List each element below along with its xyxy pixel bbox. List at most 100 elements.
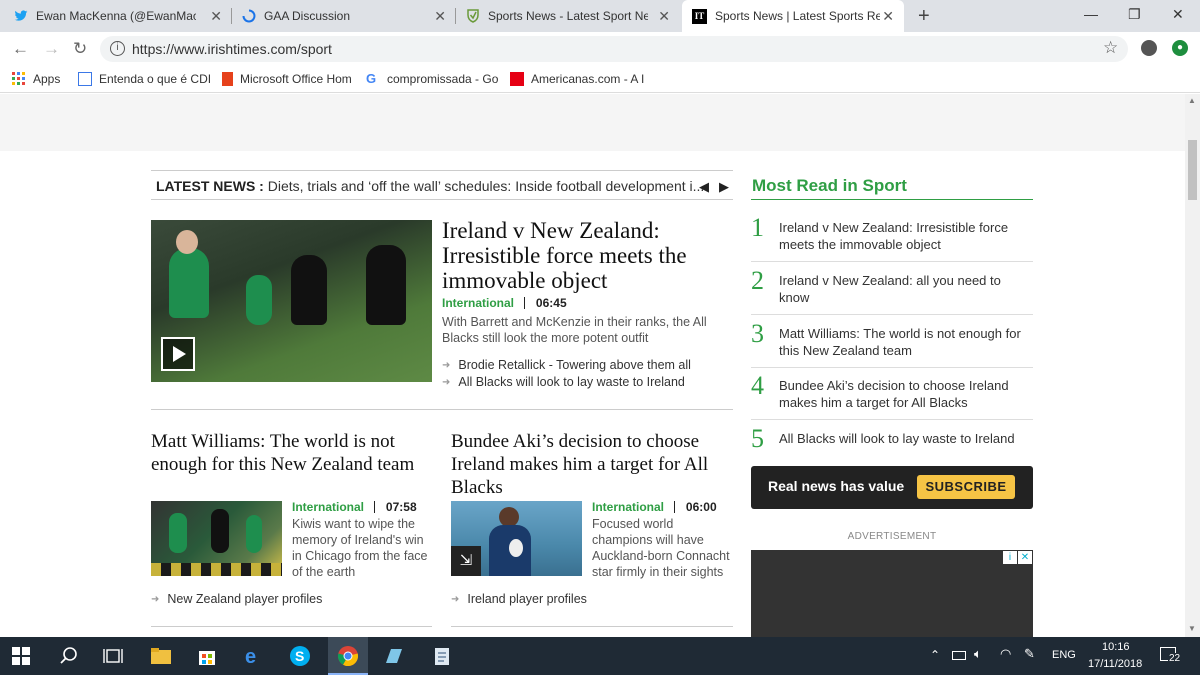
category-label[interactable]: International [292,500,364,514]
extension-icon[interactable]: ● [1172,40,1188,56]
chevron-up-icon[interactable]: ⌃ [930,648,940,662]
story-image[interactable]: ⇲ [451,501,582,576]
divider [451,626,733,627]
bookmark-apps[interactable]: Apps [12,72,60,86]
most-read-item[interactable]: 3 Matt Williams: The world is not enough… [751,319,1033,368]
related-link[interactable]: ➜ Brodie Retallick - Towering above them… [442,358,691,372]
shield-icon [467,9,479,23]
advertisement-frame[interactable]: i ✕ [751,550,1033,637]
task-view-icon[interactable] [102,645,124,667]
pen-icon[interactable]: ✎ [1024,646,1035,662]
close-tab-icon[interactable]: ✕ [434,8,446,25]
gallery-icon[interactable]: ⇲ [451,546,481,576]
story-summary: Focused world champions will have Auckla… [592,517,730,579]
pitch-border-shape [151,563,282,576]
subscribe-button[interactable]: SUBSCRIBE [917,475,1015,499]
most-read-link[interactable]: Matt Williams: The world is not enough f… [779,325,1033,359]
adchoices-icon[interactable]: i [1003,551,1017,564]
document-app-icon[interactable] [431,645,453,667]
most-read-link[interactable]: Ireland v New Zealand: all you need to k… [779,272,1033,306]
close-window-icon[interactable]: ✕ [1172,6,1184,23]
bookmark-star-icon[interactable]: ☆ [1103,38,1118,58]
player-black-shape [366,245,406,325]
forward-icon[interactable]: → [43,39,60,59]
volume-icon[interactable]: 🔈︎ [974,646,982,662]
wifi-icon[interactable]: ◠ [1000,646,1011,662]
player-green-shape [246,275,272,325]
new-tab-icon[interactable]: + [918,5,930,28]
scroll-thumb[interactable] [1188,140,1197,200]
windows-start-icon[interactable] [12,647,30,665]
search-icon[interactable] [58,645,80,667]
file-explorer-icon[interactable] [150,645,172,667]
tab-twitter[interactable]: Ewan MacKenna (@EwanMacKenna) ✕ [0,0,232,32]
story-headline[interactable]: Matt Williams: The world is not enough f… [151,430,431,476]
related-link[interactable]: ➜ New Zealand player profiles [151,592,322,606]
language-indicator[interactable]: ENG [1052,649,1076,661]
most-read-link[interactable]: Ireland v New Zealand: Irresistible forc… [779,219,1033,253]
rank-number: 4 [751,371,764,400]
tab-irish-times-sport[interactable]: IT Sports News | Latest Sports Results ✕ [682,0,904,32]
latest-news-headline[interactable]: Diets, trials and ‘off the wall’ schedul… [268,178,705,194]
tab-sports-news[interactable]: Sports News - Latest Sport News ✕ [456,0,680,32]
scroll-up-icon[interactable]: ▲ [1188,96,1196,105]
category-label[interactable]: International [442,296,514,310]
related-link[interactable]: ➜ All Blacks will look to lay waste to I… [442,375,685,389]
account-icon[interactable] [1141,40,1157,56]
most-read-item[interactable]: 2 Ireland v New Zealand: all you need to… [751,266,1033,315]
page-scrollbar[interactable]: ▲ ▼ [1185,94,1200,637]
close-tab-icon[interactable]: ✕ [658,8,670,25]
player-head-shape [499,507,519,527]
action-center-icon[interactable]: 22 [1160,645,1184,667]
subscribe-promo: Real news has value SUBSCRIBE [751,466,1033,509]
tab-strip: Ewan MacKenna (@EwanMacKenna) ✕ GAA Disc… [0,0,1200,32]
google-icon: G [366,71,377,86]
close-ad-icon[interactable]: ✕ [1018,551,1032,564]
most-read-item[interactable]: 1 Ireland v New Zealand: Irresistible fo… [751,213,1033,262]
clock-date[interactable]: 17/11/2018 [1088,658,1142,670]
related-link-text: New Zealand player profiles [167,592,323,606]
browser-toolbar: ← → ↻ i https://www.irishtimes.com/sport… [0,32,1200,66]
skype-icon[interactable]: S [289,645,311,667]
bookmark-google[interactable]: G compromissada - Go [366,71,498,87]
scroll-down-icon[interactable]: ▼ [1188,624,1196,633]
most-read-link[interactable]: Bundee Aki’s decision to choose Ireland … [779,377,1033,411]
close-tab-icon[interactable]: ✕ [210,8,222,25]
store-icon[interactable] [196,645,218,667]
category-label[interactable]: International [592,500,664,514]
minimize-icon[interactable]: — [1084,6,1098,22]
info-icon[interactable]: i [110,41,125,56]
related-link[interactable]: ➜ Ireland player profiles [451,592,587,606]
chrome-taskbar-active[interactable] [328,637,368,675]
notes-app-icon[interactable] [383,645,405,667]
rank-number: 3 [751,319,764,348]
most-read-link[interactable]: All Blacks will look to lay waste to Ire… [779,430,1033,447]
tab-gaa-discussion[interactable]: GAA Discussion ✕ [232,0,456,32]
bookmark-cdi[interactable]: Entenda o que é CDI [78,72,211,86]
close-tab-icon[interactable]: ✕ [882,8,894,25]
ticker-prev-icon[interactable]: ◀ [699,179,709,195]
play-video-icon[interactable] [161,337,195,371]
latest-news-ticker[interactable]: LATEST NEWS : Diets, trials and ‘off the… [156,178,704,194]
bookmark-office[interactable]: Microsoft Office Hom [222,72,352,86]
url-text[interactable]: https://www.irishtimes.com/sport [132,41,332,57]
back-icon[interactable]: ← [12,39,29,59]
maximize-icon[interactable]: ❐ [1128,6,1141,23]
lead-story-image[interactable] [151,220,432,382]
divider [151,199,733,200]
reload-icon[interactable]: ↻ [73,39,87,59]
battery-icon[interactable] [952,651,966,660]
most-read-item[interactable]: 5 All Blacks will look to lay waste to I… [751,424,1033,462]
divider [151,170,733,171]
story-image[interactable] [151,501,282,576]
lead-story-headline[interactable]: Ireland v New Zealand: Irresistible forc… [442,218,730,293]
address-bar[interactable]: i https://www.irishtimes.com/sport ☆ [100,36,1128,62]
advertisement-label: ADVERTISEMENT [847,531,937,542]
clock-time[interactable]: 10:16 [1102,641,1130,653]
ticker-next-icon[interactable]: ▶ [719,179,729,195]
bookmark-americanas[interactable]: Americanas.com - A I [510,72,644,86]
promo-text: Real news has value [768,478,905,494]
most-read-item[interactable]: 4 Bundee Aki’s decision to choose Irelan… [751,371,1033,420]
edge-icon[interactable]: e [243,645,265,667]
story-headline[interactable]: Bundee Aki’s decision to choose Ireland … [451,430,735,499]
